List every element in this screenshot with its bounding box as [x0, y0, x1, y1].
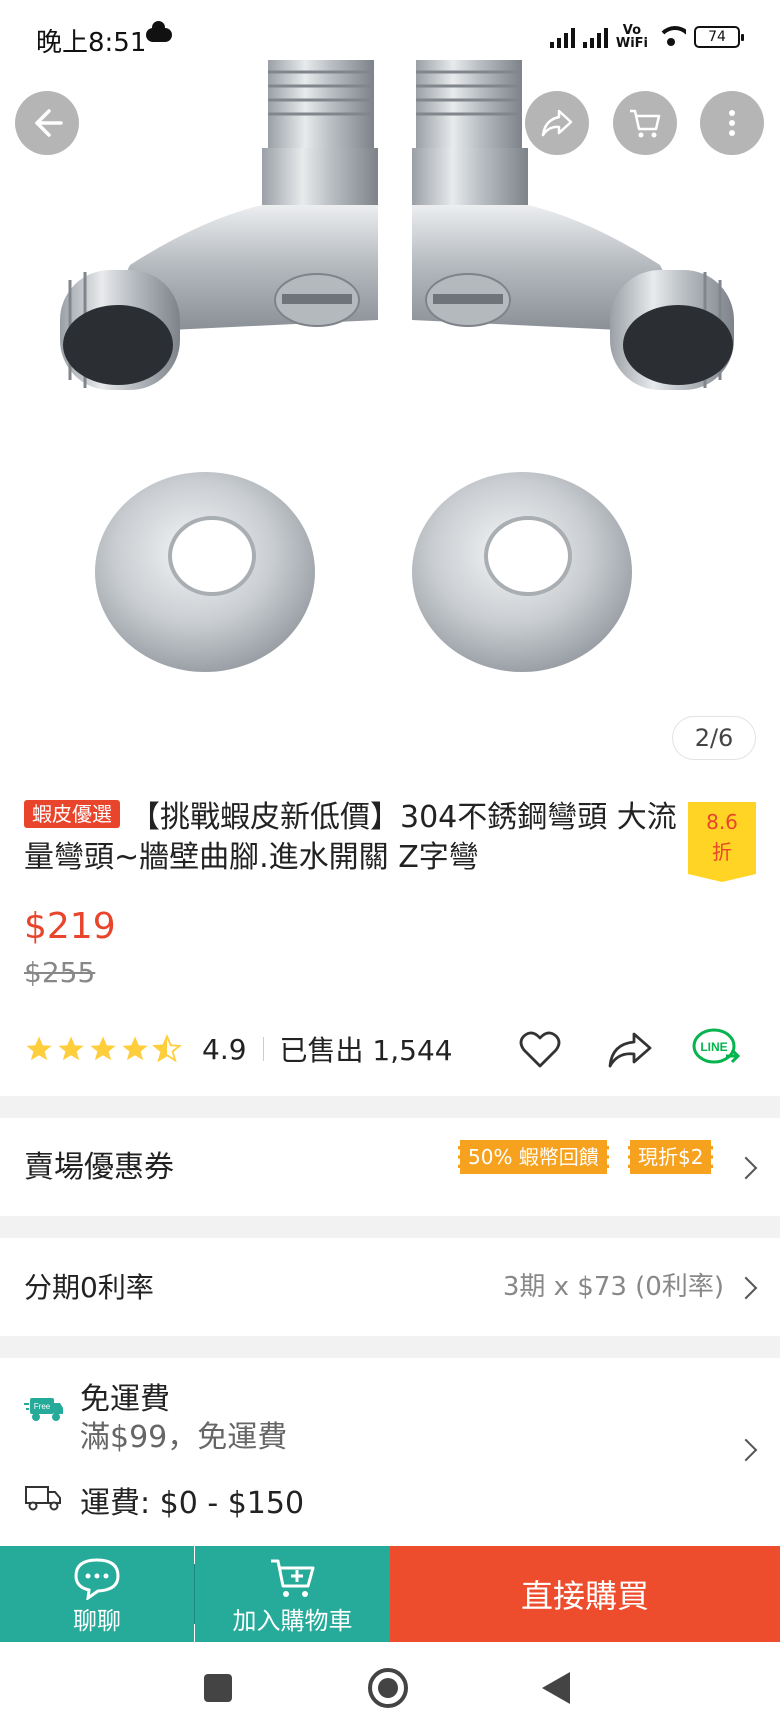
- chat-button[interactable]: 聊聊: [0, 1546, 194, 1642]
- chevron-right-icon: [734, 1156, 758, 1180]
- status-bar: 晚上8:51 Vo WiFi 74: [0, 0, 780, 80]
- share-button[interactable]: [525, 91, 589, 155]
- vowifi-icon: Vo WiFi: [615, 23, 648, 51]
- section-divider: [0, 1096, 780, 1118]
- status-icons: Vo WiFi 74: [549, 23, 744, 51]
- cloud-icon: [146, 21, 172, 42]
- discount-value: 8.6: [706, 810, 738, 834]
- star-icon: [58, 1036, 84, 1061]
- mall-badge: 蝦皮優選: [24, 800, 120, 828]
- line-share-icon[interactable]: LINE: [692, 1026, 742, 1072]
- product-title-text: 【挑戰蝦皮新低價】304不銹鋼彎頭 大流量彎頭~牆壁曲腳.進水開關 Z字彎: [24, 800, 677, 875]
- system-nav-bar: [0, 1642, 780, 1733]
- action-bar: 聊聊 加入購物車 直接購買: [0, 1546, 780, 1642]
- right-flange: [412, 472, 632, 672]
- left-elbow: [60, 60, 378, 390]
- voucher-tag-discount: 現折$2: [628, 1140, 714, 1174]
- cart-icon: [630, 109, 661, 138]
- chat-bubble-icon: [74, 1558, 120, 1600]
- truck-icon: [25, 1486, 61, 1511]
- signal-icon-2: [582, 26, 608, 48]
- installment-value: 3期 x $73 (0利率): [502, 1272, 724, 1302]
- heart-icon[interactable]: [518, 1028, 562, 1070]
- product-title: 蝦皮優選 【挑戰蝦皮新低價】304不銹鋼彎頭 大流量彎頭~牆壁曲腳.進水開關 Z字…: [24, 798, 684, 884]
- voucher-tag-coin: 50% 蝦幣回饋: [458, 1140, 609, 1174]
- chevron-right-icon: [734, 1276, 758, 1300]
- arrow-left-icon: [35, 109, 63, 137]
- recent-apps-button[interactable]: [204, 1674, 232, 1702]
- battery-level: 74: [708, 29, 726, 45]
- rating-row: 4.9 已售出 1,544 LINE: [24, 1022, 764, 1076]
- buy-now-button[interactable]: 直接購買: [390, 1546, 780, 1642]
- add-cart-icon: [270, 1559, 314, 1597]
- installment-title: 分期0利率: [24, 1271, 154, 1304]
- original-price: $255: [24, 956, 96, 989]
- share-arrow-icon: [541, 109, 573, 137]
- rating-value: 4.9: [202, 1032, 247, 1066]
- svg-text:LINE: LINE: [700, 1040, 727, 1054]
- add-to-cart-label: 加入購物車: [232, 1607, 353, 1635]
- price: $219: [24, 906, 116, 947]
- rating-stars: [24, 1034, 182, 1064]
- cart-button[interactable]: [613, 91, 677, 155]
- star-icon: [26, 1036, 52, 1061]
- wifi-icon: [656, 26, 686, 48]
- system-back-button[interactable]: [542, 1672, 570, 1704]
- more-vertical-icon: [729, 110, 735, 136]
- more-options-button[interactable]: [700, 91, 764, 155]
- share-icon[interactable]: [606, 1028, 654, 1070]
- star-half-icon: [152, 1034, 182, 1063]
- free-shipping-condition: 滿$99，免運費: [80, 1420, 288, 1455]
- star-icon: [122, 1036, 148, 1061]
- status-time: 晚上8:51: [36, 28, 147, 58]
- chevron-right-icon: [734, 1438, 758, 1462]
- image-counter: 2/6: [672, 716, 756, 760]
- shipping-fee: 運費: $0 - $150: [80, 1486, 305, 1521]
- home-button[interactable]: [368, 1668, 408, 1708]
- free-shipping-truck-icon: Free: [24, 1398, 63, 1421]
- left-flange: [95, 472, 315, 672]
- chat-label: 聊聊: [73, 1607, 121, 1635]
- separator: [262, 1037, 264, 1061]
- star-icon: [90, 1036, 116, 1061]
- section-divider: [0, 1216, 780, 1238]
- section-divider: [0, 1336, 780, 1358]
- discount-unit: 折: [712, 840, 732, 864]
- voucher-title: 賣場優惠券: [24, 1150, 174, 1185]
- add-to-cart-button[interactable]: 加入購物車: [195, 1546, 390, 1642]
- battery-icon: 74: [694, 26, 744, 48]
- discount-badge: 8.6 折: [688, 802, 756, 882]
- signal-icon: [549, 26, 575, 48]
- sold-count: 已售出 1,544: [279, 1034, 453, 1067]
- free-badge-text: Free: [34, 1402, 51, 1411]
- back-button[interactable]: [15, 91, 79, 155]
